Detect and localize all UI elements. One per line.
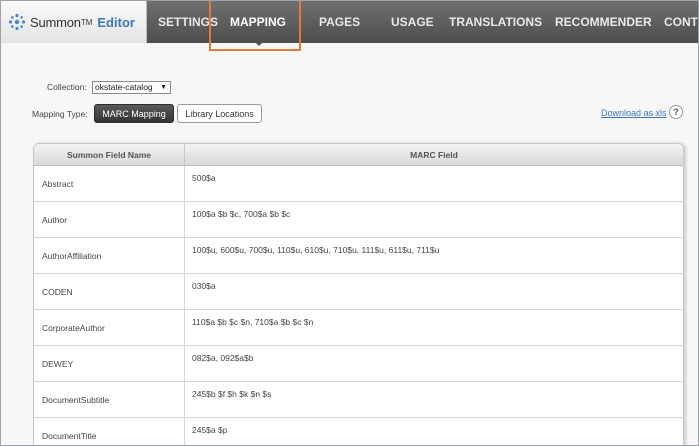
table-row[interactable]: CorporateAuthor 110$a $b $c $n, 710$a $b… (34, 310, 683, 346)
download-xls-link[interactable]: Download as xls (601, 108, 667, 118)
summon-field-cell: CODEN (34, 274, 185, 309)
table-header: Summon Field Name MARC Field (34, 144, 683, 166)
summon-field-cell: DocumentTitle (34, 418, 185, 445)
summon-logo-icon (8, 13, 26, 31)
nav-pages[interactable]: PAGES (319, 1, 360, 43)
nav-settings[interactable]: SETTINGS (158, 1, 218, 43)
marc-field-cell[interactable]: 030$a (185, 274, 683, 309)
summon-field-cell: Author (34, 202, 185, 237)
summon-field-cell: CorporateAuthor (34, 310, 185, 345)
table-row[interactable]: CODEN 030$a (34, 274, 683, 310)
column-header-marc-field[interactable]: MARC Field (185, 144, 683, 165)
mapping-table: Summon Field Name MARC Field Abstract 50… (33, 143, 684, 445)
collection-label: Collection: (47, 82, 87, 92)
brand-logo[interactable]: Summon TM Editor (1, 1, 147, 43)
app-window: Summon TM Editor SETTINGS MAPPING PAGES … (0, 0, 699, 446)
nav-content[interactable]: CONT (664, 1, 698, 43)
table-row[interactable]: DEWEY 082$a, 092$a$b (34, 346, 683, 382)
brand-name: Summon (30, 14, 81, 30)
nav-recommender[interactable]: RECOMMENDER (555, 1, 652, 43)
table-row[interactable]: Author 100$a $b $c, 700$a $b $c (34, 202, 683, 238)
summon-field-cell: DocumentSubtitle (34, 382, 185, 417)
summon-field-cell: DEWEY (34, 346, 185, 381)
marc-field-cell[interactable]: 245$b $f $h $k $n $s (185, 382, 683, 417)
brand-trademark: TM (80, 17, 93, 27)
marc-mapping-button[interactable]: MARC Mapping (94, 104, 174, 123)
top-navigation-bar: Summon TM Editor SETTINGS MAPPING PAGES … (1, 1, 698, 43)
table-row[interactable]: Abstract 500$a (34, 166, 683, 202)
marc-field-cell[interactable]: 245$a $p (185, 418, 683, 445)
summon-field-cell: Abstract (34, 166, 185, 201)
nav-translations[interactable]: TRANSLATIONS (449, 1, 542, 43)
marc-field-cell[interactable]: 082$a, 092$a$b (185, 346, 683, 381)
marc-field-cell[interactable]: 100$u, 600$u, 700$u, 110$u, 610$u, 710$u… (185, 238, 683, 273)
collection-value: okstate-catalog (95, 82, 153, 92)
nav-usage[interactable]: USAGE (391, 1, 434, 43)
chevron-down-icon: ▼ (160, 84, 167, 91)
marc-field-cell[interactable]: 500$a (185, 166, 683, 201)
marc-field-cell[interactable]: 100$a $b $c, 700$a $b $c (185, 202, 683, 237)
marc-field-cell[interactable]: 110$a $b $c $n, 710$a $b $c $n (185, 310, 683, 345)
active-tab-indicator (254, 41, 264, 46)
collection-select[interactable]: okstate-catalog ▼ (92, 81, 171, 94)
table-row[interactable]: DocumentTitle 245$a $p (34, 418, 683, 445)
table-row[interactable]: DocumentSubtitle 245$b $f $h $k $n $s (34, 382, 683, 418)
nav-mapping[interactable]: MAPPING (230, 1, 286, 43)
help-icon[interactable]: ? (669, 105, 683, 119)
brand-product: Editor (97, 14, 135, 30)
table-row[interactable]: AuthorAffiliation 100$u, 600$u, 700$u, 1… (34, 238, 683, 274)
mapping-type-label: Mapping Type: (32, 109, 88, 119)
column-header-summon-field[interactable]: Summon Field Name (34, 144, 185, 165)
library-locations-button[interactable]: Library Locations (177, 104, 262, 123)
summon-field-cell: AuthorAffiliation (34, 238, 185, 273)
